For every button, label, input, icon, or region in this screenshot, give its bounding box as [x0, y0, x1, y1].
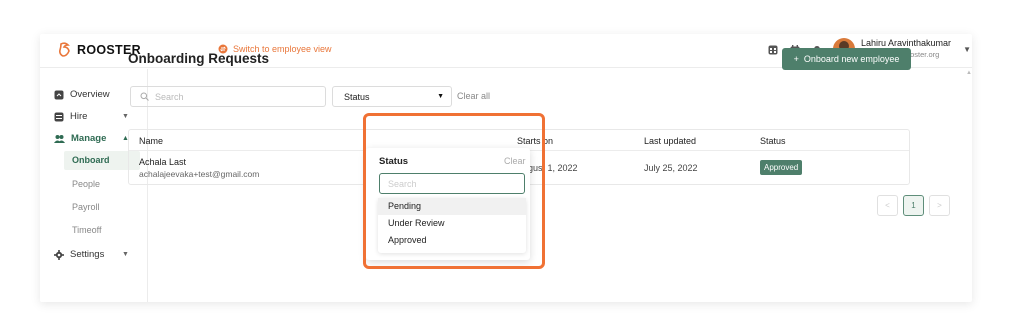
status-badge: Approved: [760, 160, 803, 175]
status-filter-label: Status: [344, 91, 370, 102]
chevron-down-icon: ▼: [122, 251, 129, 258]
sidebar-item-label: Hire: [70, 111, 88, 122]
sidebar-item-label: Manage: [71, 133, 107, 144]
overview-icon: [54, 90, 64, 99]
rooster-logo-icon: [59, 42, 70, 57]
sidebar-item-settings[interactable]: Settings ▼: [54, 249, 129, 260]
sidebar-subitem-timeoff[interactable]: Timeoff: [64, 221, 140, 240]
column-header-starts-on[interactable]: Starts on: [517, 136, 553, 146]
status-dropdown-title: Status: [379, 156, 409, 167]
plus-icon: +: [793, 54, 799, 64]
hire-icon: [54, 112, 64, 121]
status-options-list: Pending Under Review Approved: [378, 198, 526, 253]
status-option-approved[interactable]: Approved: [378, 232, 526, 249]
row-name: Achala Last: [139, 157, 187, 167]
page-title: Onboarding Requests: [128, 51, 270, 66]
sidebar-item-label: Settings: [70, 249, 105, 260]
chevron-down-icon: ▼: [122, 113, 129, 120]
calendar-grid-icon[interactable]: [766, 43, 779, 56]
gear-icon: [54, 249, 64, 260]
search-field[interactable]: [130, 86, 326, 107]
onboard-new-employee-button[interactable]: + Onboard new employee: [782, 48, 911, 70]
chevron-down-icon: ▼: [963, 44, 971, 54]
column-header-status[interactable]: Status: [760, 136, 786, 146]
sidebar-item-manage[interactable]: Manage ▲: [54, 133, 129, 144]
search-icon: [140, 92, 149, 101]
pagination-page-1[interactable]: 1: [903, 195, 924, 216]
column-header-last-updated[interactable]: Last updated: [644, 136, 696, 146]
status-filter-select[interactable]: Status ▼: [332, 86, 452, 107]
status-clear-link[interactable]: Clear: [504, 156, 526, 166]
manage-icon: [54, 134, 65, 143]
status-search-field[interactable]: [379, 173, 525, 194]
sidebar-subitem-payroll[interactable]: Payroll: [64, 198, 140, 217]
column-header-name[interactable]: Name: [139, 136, 163, 146]
row-last-updated: July 25, 2022: [644, 163, 698, 173]
scrollbar[interactable]: ▲: [966, 70, 972, 78]
search-input[interactable]: [155, 91, 315, 102]
status-search-input[interactable]: [388, 174, 518, 194]
sidebar-item-overview[interactable]: Overview: [54, 89, 110, 100]
dropdown-caret-icon: ▼: [437, 93, 444, 100]
status-dropdown-panel: Status Clear Pending Under Review Approv…: [366, 148, 530, 260]
clear-all-link[interactable]: Clear all: [457, 91, 490, 101]
status-option-pending[interactable]: Pending: [378, 198, 526, 215]
sidebar-item-hire[interactable]: Hire ▼: [54, 111, 129, 122]
pagination-prev-button[interactable]: <: [877, 195, 898, 216]
sidebar-item-label: Overview: [70, 89, 110, 100]
status-option-under-review[interactable]: Under Review: [378, 215, 526, 232]
onboard-button-label: Onboard new employee: [803, 54, 900, 64]
pagination-next-button[interactable]: >: [929, 195, 950, 216]
row-email: achalajeevaka+test@gmail.com: [139, 169, 260, 179]
